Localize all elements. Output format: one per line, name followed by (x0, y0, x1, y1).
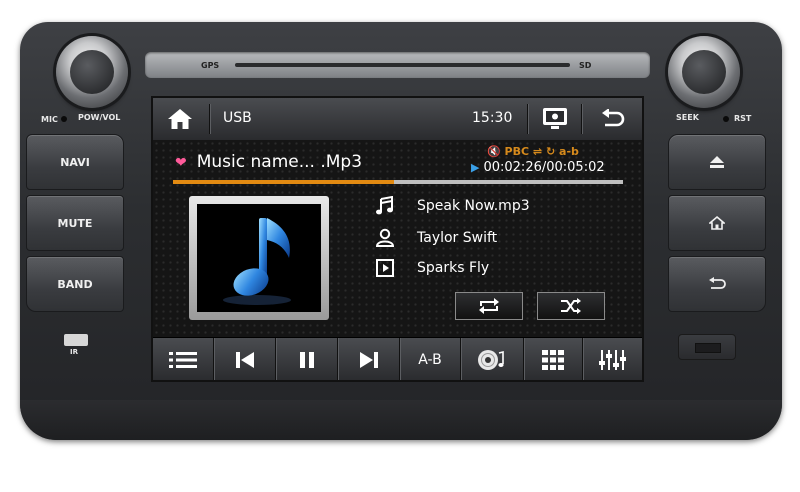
disc-source-button[interactable] (461, 338, 524, 380)
album-icon (376, 259, 394, 277)
rst-label: RST (734, 114, 752, 123)
shuffle-icon (561, 298, 581, 314)
clock: 15:30 (472, 110, 513, 126)
album-row: Sparks Fly (375, 258, 489, 278)
elapsed-total-time: 00:02:26/00:05:02 (483, 160, 605, 175)
time-row: ▶ 00:02:26/00:05:02 (471, 160, 605, 175)
album-art-image (197, 204, 321, 312)
knob-cap (70, 50, 114, 94)
prev-icon (235, 351, 254, 368)
list-icon (169, 351, 197, 368)
home-icon (168, 109, 192, 129)
pause-icon (299, 351, 314, 368)
menu-grid-button[interactable] (524, 338, 583, 380)
knob-cap (682, 50, 726, 94)
ir-label: IR (70, 348, 78, 356)
seek-knob[interactable] (668, 36, 740, 108)
music-note-icon (376, 196, 393, 215)
screen-mode-button[interactable] (537, 104, 573, 134)
back-button[interactable] (583, 98, 642, 140)
band-button-label: BAND (57, 277, 93, 291)
album-name: Sparks Fly (417, 260, 490, 276)
mute-button-label: MUTE (57, 216, 93, 230)
equalizer-button[interactable] (583, 338, 642, 380)
equalizer-icon (598, 349, 626, 370)
home-button[interactable] (153, 98, 207, 140)
music-note-art-icon (223, 218, 291, 305)
track-file-name: Speak Now.mp3 (417, 198, 530, 214)
disc-icon (478, 349, 504, 370)
pause-button[interactable] (276, 338, 338, 380)
progress-fill (173, 180, 394, 184)
home-hw-button[interactable] (668, 195, 766, 251)
reset-hole[interactable] (723, 116, 729, 122)
progress-bar[interactable] (173, 180, 623, 184)
back-hw-icon (709, 277, 726, 289)
back-icon (601, 109, 624, 127)
playback-status-icons: 🔇 PBC ⇌ ↻ a-b (487, 145, 579, 158)
navi-button[interactable]: NAVI (26, 134, 124, 190)
home-hw-icon (709, 215, 725, 230)
repeat-icon (479, 298, 499, 314)
artist-row: Taylor Swift (375, 228, 497, 248)
song-title: Music name... .Mp3 (196, 152, 363, 172)
touch-screen: USB 15:30 ❤ Music name... .Mp3 🔇 PBC ⇌ ↻ … (151, 96, 644, 382)
band-button[interactable]: BAND (26, 256, 124, 312)
play-indicator-icon: ▶ (471, 161, 480, 174)
playlist-button[interactable] (153, 338, 214, 380)
usb-port (678, 334, 736, 360)
eject-button[interactable] (668, 134, 766, 190)
next-icon (359, 351, 378, 368)
screen-icon (543, 108, 567, 129)
ab-repeat-button[interactable]: A-B (400, 338, 461, 380)
now-playing-panel: ❤ Music name... .Mp3 🔇 PBC ⇌ ↻ a-b ▶ 00:02… (153, 140, 642, 337)
repeat-button[interactable] (455, 292, 523, 320)
now-playing-title: ❤ Music name... .Mp3 (175, 152, 362, 172)
mute-button[interactable]: MUTE (26, 195, 124, 251)
sd-slot-label: SD (579, 61, 592, 70)
eject-icon (710, 156, 724, 168)
ab-repeat-label: A-B (418, 351, 442, 368)
source-label: USB (223, 110, 252, 126)
mic-hole (61, 116, 67, 122)
ab-status: a-b (559, 145, 579, 158)
topbar-divider (209, 104, 210, 134)
mute-status-icon: 🔇 (487, 145, 501, 158)
next-button[interactable] (338, 338, 400, 380)
disc-slot-opening (235, 63, 570, 67)
ir-sensor (64, 334, 88, 346)
topbar-divider (581, 104, 582, 134)
navi-button-label: NAVI (60, 155, 90, 169)
artist-name: Taylor Swift (417, 230, 498, 246)
track-file-row: Speak Now.mp3 (375, 196, 530, 216)
shuffle-button[interactable] (537, 292, 605, 320)
seek-label: SEEK (676, 113, 699, 122)
pow-vol-label: POW/VOL (78, 113, 121, 122)
person-icon (375, 228, 395, 247)
heart-icon: ❤ (175, 155, 187, 171)
power-volume-knob[interactable] (56, 36, 128, 108)
shuffle-status-icon: ⇌ (532, 145, 543, 158)
mic-label: MIC (41, 115, 58, 124)
back-hw-button[interactable] (668, 256, 766, 312)
repeat-status-icon: ↻ (545, 145, 556, 158)
disc-slot: GPS SD (145, 52, 650, 78)
previous-button[interactable] (214, 338, 276, 380)
bottom-control-bar: A-B (153, 337, 642, 380)
topbar-divider (527, 104, 528, 134)
top-bar: USB 15:30 (153, 98, 642, 141)
grid-icon (542, 349, 564, 370)
gps-slot-label: GPS (201, 61, 220, 70)
pbc-status: PBC (504, 145, 530, 158)
album-art (189, 196, 329, 320)
